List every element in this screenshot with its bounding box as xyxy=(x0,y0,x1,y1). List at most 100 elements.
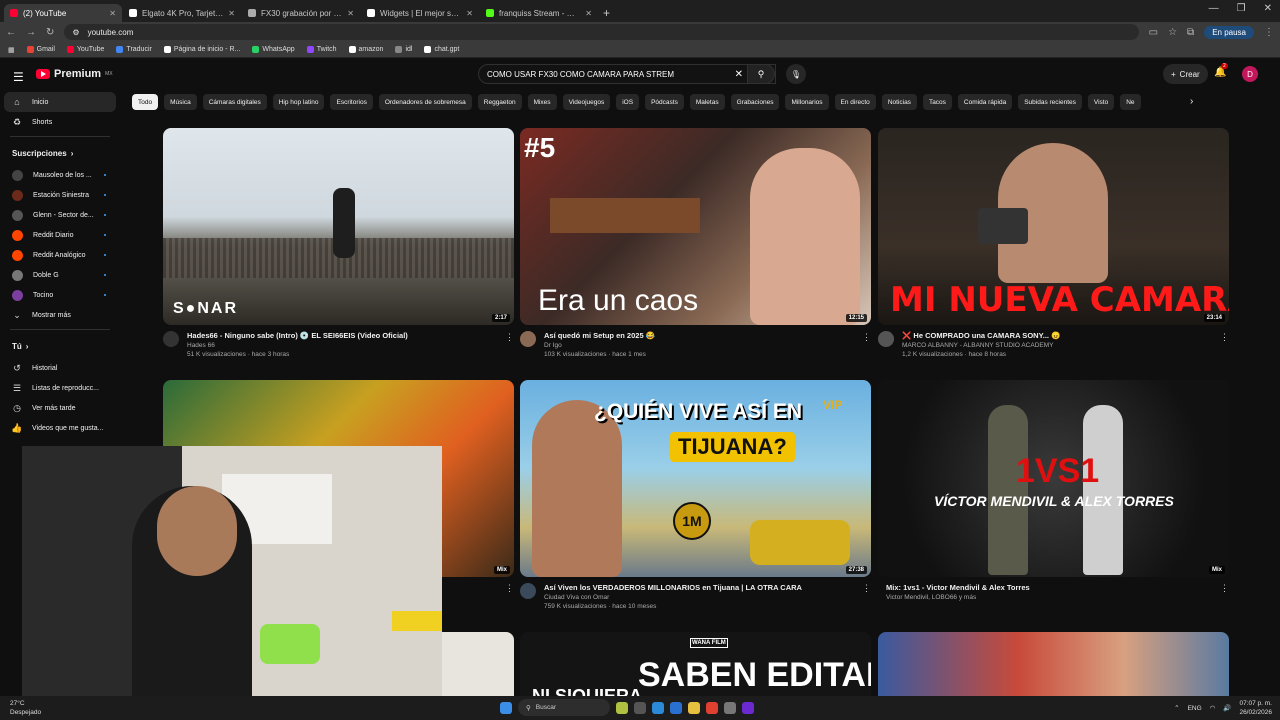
channel-name[interactable]: Ciudad Viva con Omar xyxy=(544,594,802,601)
browser-tab[interactable]: franquiss Stream - Watch Live ... ✕ xyxy=(480,4,598,22)
video-title[interactable]: Así Viven los VERDADEROS MILLONARIOS en … xyxy=(544,583,802,592)
task-view-icon[interactable] xyxy=(634,701,646,714)
widgets-icon[interactable] xyxy=(616,701,628,714)
filter-chip[interactable]: Ne xyxy=(1120,94,1141,110)
filter-chip[interactable]: Hip hop latino xyxy=(272,94,325,110)
reload-icon[interactable]: ↻ xyxy=(46,27,54,38)
video-menu-icon[interactable]: ⋮ xyxy=(505,332,514,343)
sidebar-item-inicio[interactable]: ⌂ Inicio xyxy=(4,92,116,112)
menu-kebab-icon[interactable]: ⋮ xyxy=(1264,27,1274,38)
video-title[interactable]: Mix: 1vs1 - Victor Mendivil & Alex Torre… xyxy=(886,583,1030,592)
sidebar-item-you[interactable]: 👍 Videos que me gusta... xyxy=(0,418,120,438)
channel-avatar[interactable] xyxy=(878,331,894,347)
forward-icon[interactable]: → xyxy=(26,27,36,38)
video-menu-icon[interactable]: ⋮ xyxy=(1220,332,1229,343)
tab-close-icon[interactable]: ✕ xyxy=(347,9,354,18)
filter-chip[interactable]: Reggaeton xyxy=(477,94,522,110)
bookmark-item[interactable]: WhatsApp xyxy=(252,46,295,53)
channel-name[interactable]: Hades 66 xyxy=(187,342,408,349)
taskbar-search[interactable]: ⚲ Buscar xyxy=(518,699,610,716)
back-icon[interactable]: ← xyxy=(6,27,16,38)
subscription-item[interactable]: Reddit Diario xyxy=(0,225,120,245)
search-button[interactable]: ⚲ xyxy=(747,64,775,84)
close-window-icon[interactable]: ✕ xyxy=(1264,3,1272,14)
youtube-premium-logo[interactable]: Premium MX xyxy=(36,68,113,80)
browser-tab[interactable]: FX30 grabación por HDMI ✕ xyxy=(242,4,360,22)
filter-chip[interactable]: Ordenadores de sobremesa xyxy=(378,94,472,110)
tray-expand-icon[interactable]: ⌃ xyxy=(1174,704,1179,713)
bookmark-item[interactable]: chat.gpt xyxy=(424,46,459,53)
bookmark-item[interactable]: Gmail xyxy=(26,46,55,53)
filter-chip[interactable]: En directo xyxy=(834,94,876,110)
filter-chip[interactable]: Mixes xyxy=(527,94,557,110)
video-title[interactable]: Así quedó mi Setup en 2025 😂 xyxy=(544,331,655,340)
filter-chip[interactable]: Noticias xyxy=(881,94,917,110)
video-menu-icon[interactable]: ⋮ xyxy=(1220,583,1229,594)
video-menu-icon[interactable]: ⋮ xyxy=(862,583,871,594)
avatar[interactable]: D xyxy=(1242,66,1258,82)
filter-chip[interactable]: Escritorios xyxy=(330,94,373,110)
video-thumbnail-1[interactable]: S●NAR 2:17 xyxy=(163,128,514,325)
chevron-right-icon[interactable]: › xyxy=(1190,96,1193,107)
bookmark-item[interactable]: Twitch xyxy=(306,46,337,53)
explorer-icon[interactable] xyxy=(688,701,700,714)
apps-grid-icon[interactable]: ▦ xyxy=(8,46,15,54)
voice-search-button[interactable]: 🎙 xyxy=(786,64,806,84)
channel-avatar[interactable] xyxy=(163,331,179,347)
filter-chip[interactable]: Visto xyxy=(1087,94,1115,110)
filter-chip[interactable]: Comida rápida xyxy=(957,94,1013,110)
bookmark-item[interactable]: Traducir xyxy=(116,46,152,53)
extensions-icon[interactable]: ⧉ xyxy=(1187,27,1194,38)
install-icon[interactable]: ▭ xyxy=(1149,27,1158,38)
video-menu-icon[interactable]: ⋮ xyxy=(862,332,871,343)
subscription-item[interactable]: Mausoleo de los ... xyxy=(0,165,120,185)
filter-chip[interactable]: Cámaras digitales xyxy=(202,94,267,110)
wifi-icon[interactable]: ◠ xyxy=(1210,704,1216,713)
maximize-icon[interactable]: ❐ xyxy=(1237,3,1246,14)
filter-chip[interactable]: Música xyxy=(164,94,197,110)
sidebar-item-shorts[interactable]: ♻ Shorts xyxy=(0,112,120,132)
you-heading[interactable]: Tú › xyxy=(0,334,120,358)
browser-tab[interactable]: Elgato 4K Pro, Tarjeta de Captu... ✕ xyxy=(123,4,241,22)
start-icon[interactable] xyxy=(500,701,512,714)
video-thumbnail-5[interactable]: ¿QUIÉN VIVE ASÍ EN TIJUANA? 1M VIP 27:38 xyxy=(520,380,871,577)
channel-name[interactable]: MARCO ALBANNY - ALBANNY STUDIO ACADEMY xyxy=(902,342,1060,349)
weather-widget[interactable]: 27°C Despejado xyxy=(10,699,41,717)
profile-status-button[interactable]: En pausa xyxy=(1204,25,1254,39)
show-more-button[interactable]: ⌄ Mostrar más xyxy=(0,305,120,325)
video-thumbnail-6[interactable]: 1VS1 VÍCTOR MENDIVIL & ALEX TORRES Mix xyxy=(878,380,1229,577)
new-tab-button[interactable]: + xyxy=(603,4,610,22)
store-icon[interactable] xyxy=(670,701,682,714)
create-button[interactable]: + Crear xyxy=(1163,64,1208,84)
browser-tab[interactable]: (2) YouTube ✕ xyxy=(4,4,122,22)
subscription-item[interactable]: Tocino xyxy=(0,285,120,305)
bookmark-item[interactable]: amazon xyxy=(348,46,383,53)
subscription-item[interactable]: Glenn - Sector de... xyxy=(0,205,120,225)
filter-chip[interactable]: Videojuegos xyxy=(562,94,611,110)
video-title[interactable]: ❌ He COMPRADO una CAMARA SONY... 😠 xyxy=(902,331,1060,340)
tab-close-icon[interactable]: ✕ xyxy=(228,9,235,18)
notifications-button[interactable]: 🔔 2 xyxy=(1214,63,1228,78)
omnibox[interactable]: ⚙ youtube.com xyxy=(64,24,1139,40)
clear-search-icon[interactable]: ✕ xyxy=(735,69,743,80)
obs-icon[interactable] xyxy=(742,701,754,714)
subscriptions-heading[interactable]: Suscripciones › xyxy=(0,141,120,165)
minimize-icon[interactable]: — xyxy=(1209,3,1219,14)
app-icon[interactable] xyxy=(724,701,736,714)
edge-icon[interactable] xyxy=(652,701,664,714)
tab-close-icon[interactable]: ✕ xyxy=(109,9,116,18)
browser-tab[interactable]: Widgets | El mejor software pa... ✕ xyxy=(361,4,479,22)
bookmark-item[interactable]: Página de inicio - R... xyxy=(163,46,240,53)
chrome-icon[interactable] xyxy=(706,701,718,714)
subscription-item[interactable]: Estación Siniestra xyxy=(0,185,120,205)
channel-avatar[interactable] xyxy=(520,583,536,599)
subscription-item[interactable]: Doble G xyxy=(0,265,120,285)
filter-chip[interactable]: Maletas xyxy=(689,94,725,110)
sidebar-item-you[interactable]: ☰ Listas de reproducc... xyxy=(0,378,120,398)
channel-name[interactable]: Dr Igo xyxy=(544,342,655,349)
search-input[interactable]: COMO USAR FX30 COMO CAMARA PARA STREM ✕ … xyxy=(478,64,776,84)
bookmark-item[interactable]: idl xyxy=(395,46,412,53)
video-thumbnail-3[interactable]: MI NUEVA CAMARA!! 23:14 xyxy=(878,128,1229,325)
channel-avatar[interactable] xyxy=(520,331,536,347)
filter-chip[interactable]: Todo xyxy=(132,94,159,110)
